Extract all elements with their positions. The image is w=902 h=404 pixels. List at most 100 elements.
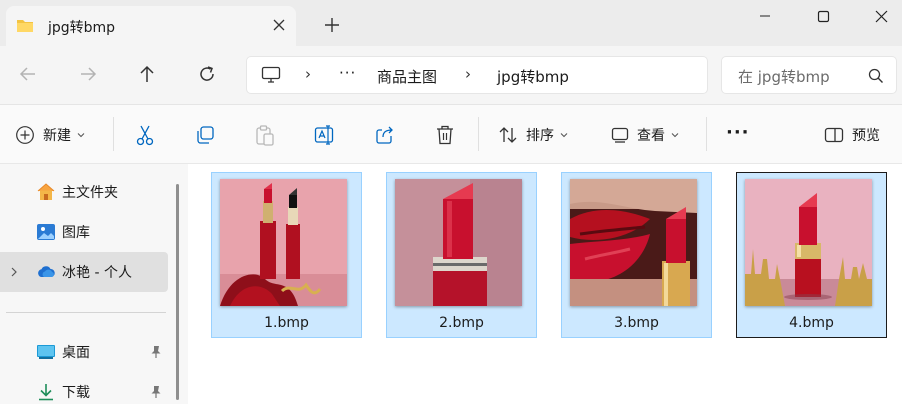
new-tab-icon[interactable]	[322, 15, 342, 35]
file-name: 4.bmp	[789, 315, 834, 331]
view-label: 查看	[637, 128, 665, 144]
file-list: 1.bmp 2.bmp 3.bmp 4.bmp	[188, 164, 902, 404]
chevron-down-icon	[77, 133, 85, 138]
maximize-button[interactable]	[800, 0, 846, 32]
file-item-4[interactable]: 4.bmp	[736, 172, 887, 338]
sidebar-item-label: 图库	[62, 225, 90, 241]
folder-icon	[17, 20, 33, 32]
address-bar[interactable]: › ··· 商品主图 › jpg转bmp	[246, 56, 708, 94]
paste-button[interactable]	[255, 124, 275, 146]
breadcrumb-overflow[interactable]: ···	[339, 64, 356, 82]
search-box[interactable]: 在 jpg转bmp	[721, 56, 897, 94]
sidebar-item-label: 主文件夹	[62, 185, 118, 201]
minimize-icon	[760, 15, 770, 17]
new-label: 新建	[43, 128, 71, 144]
cut-icon	[136, 125, 154, 146]
search-placeholder: 在 jpg转bmp	[738, 68, 830, 86]
preview-pane-icon	[824, 127, 844, 143]
home-icon	[37, 183, 55, 200]
file-item-3[interactable]: 3.bmp	[561, 172, 712, 338]
sort-button[interactable]: 排序	[498, 124, 568, 146]
command-bar: 新建 排序 查看 ··· 预览	[0, 105, 902, 163]
search-icon	[868, 68, 883, 83]
cut-button[interactable]	[135, 124, 155, 146]
delete-icon	[437, 125, 453, 145]
paste-icon	[256, 125, 274, 146]
copy-icon	[197, 126, 214, 144]
image-thumbnail	[220, 179, 347, 306]
refresh-icon	[200, 66, 214, 81]
close-button[interactable]	[858, 0, 902, 32]
file-item-2[interactable]: 2.bmp	[386, 172, 537, 338]
desktop-icon	[37, 345, 55, 359]
breadcrumb-item-product-images[interactable]: 商品主图	[377, 66, 437, 87]
navigation-bar: › ··· 商品主图 › jpg转bmp 在 jpg转bmp	[0, 46, 902, 104]
up-arrow-icon	[140, 65, 154, 82]
breadcrumb-item-current-folder[interactable]: jpg转bmp	[497, 66, 569, 87]
copy-button[interactable]	[195, 124, 215, 146]
toolbar-separator	[113, 117, 114, 151]
close-icon	[875, 10, 887, 22]
image-thumbnail	[570, 179, 697, 306]
pin-icon[interactable]	[150, 345, 162, 359]
preview-button[interactable]: 预览	[824, 124, 880, 146]
sidebar-item-gallery[interactable]: 图库	[0, 212, 168, 252]
sort-label: 排序	[526, 128, 554, 144]
lipstick-thumbnail-icon	[220, 179, 347, 306]
delete-button[interactable]	[435, 124, 455, 146]
image-thumbnail	[745, 179, 872, 306]
sidebar-scrollbar[interactable]	[176, 184, 179, 400]
back-arrow-icon	[19, 67, 35, 81]
see-more-button[interactable]: ···	[726, 121, 750, 143]
maximize-icon	[817, 10, 829, 22]
gallery-icon	[37, 224, 55, 240]
rename-icon	[314, 125, 334, 145]
pin-icon[interactable]	[150, 385, 162, 399]
navigation-pane: 主文件夹 图库 冰艳 - 个人 桌面 下载	[0, 164, 188, 404]
file-name: 3.bmp	[614, 315, 659, 331]
sidebar-divider	[6, 312, 166, 313]
chevron-down-icon	[671, 133, 679, 138]
new-button[interactable]: 新建	[15, 124, 85, 146]
share-icon	[376, 126, 393, 144]
sidebar-item-onedrive-personal[interactable]: 冰艳 - 个人	[0, 252, 168, 292]
this-pc-icon[interactable]	[261, 66, 281, 84]
breadcrumb-separator[interactable]: ›	[465, 65, 471, 83]
refresh-button[interactable]	[196, 63, 218, 85]
rename-button[interactable]	[314, 124, 336, 146]
chevron-right-icon[interactable]	[10, 266, 18, 278]
share-button[interactable]	[375, 124, 395, 146]
sidebar-item-label: 下载	[62, 385, 90, 401]
sidebar-item-downloads[interactable]: 下载	[0, 372, 168, 404]
tab-jpg-to-bmp[interactable]: jpg转bmp	[6, 6, 296, 46]
lipstick-thumbnail-icon	[745, 179, 872, 306]
view-button[interactable]: 查看	[611, 124, 679, 146]
minimize-button[interactable]	[742, 0, 788, 32]
toolbar-separator	[478, 117, 479, 151]
title-bar: jpg转bmp	[0, 0, 902, 46]
preview-label: 预览	[852, 128, 880, 144]
back-button[interactable]	[17, 63, 39, 85]
toolbar-separator	[706, 117, 707, 151]
download-icon	[39, 384, 53, 401]
file-item-1[interactable]: 1.bmp	[211, 172, 362, 338]
sidebar-item-label: 冰艳 - 个人	[62, 265, 132, 281]
forward-button[interactable]	[77, 63, 99, 85]
file-name: 2.bmp	[439, 315, 484, 331]
close-tab-icon[interactable]	[270, 16, 288, 34]
tab-title: jpg转bmp	[48, 20, 116, 36]
plus-circle-icon	[16, 126, 34, 144]
chevron-down-icon	[560, 133, 568, 138]
lipstick-thumbnail-icon	[395, 179, 522, 306]
up-button[interactable]	[136, 63, 158, 85]
forward-arrow-icon	[81, 67, 97, 81]
file-name: 1.bmp	[264, 315, 309, 331]
view-icon	[611, 127, 629, 143]
sidebar-item-label: 桌面	[62, 345, 90, 361]
sidebar-item-home[interactable]: 主文件夹	[0, 172, 168, 212]
cloud-icon	[38, 266, 55, 277]
breadcrumb-separator[interactable]: ›	[305, 65, 311, 83]
image-thumbnail	[395, 179, 522, 306]
lipstick-thumbnail-icon	[570, 179, 697, 306]
sidebar-item-desktop[interactable]: 桌面	[0, 332, 168, 372]
